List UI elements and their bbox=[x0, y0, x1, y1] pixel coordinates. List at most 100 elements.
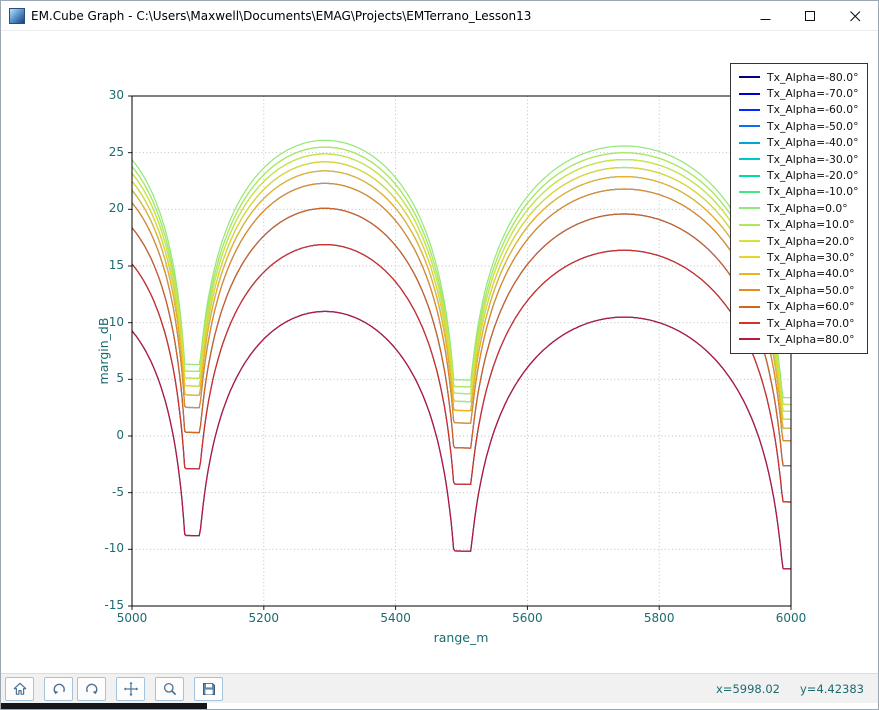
series-line bbox=[132, 146, 791, 406]
legend-entry: Tx_Alpha=50.0° bbox=[739, 282, 858, 298]
legend-label: Tx_Alpha=10.0° bbox=[767, 218, 855, 232]
x-tick-label: 6000 bbox=[775, 611, 807, 625]
series-line bbox=[132, 153, 791, 412]
minimize-button[interactable] bbox=[743, 1, 788, 31]
legend-label: Tx_Alpha=30.0° bbox=[767, 250, 855, 264]
back-button[interactable] bbox=[44, 676, 73, 701]
legend-line-swatch bbox=[739, 240, 760, 243]
y-tick-label: 20 bbox=[108, 201, 124, 216]
legend-entry: Tx_Alpha=20.0° bbox=[739, 233, 858, 249]
y-tick-label: -15 bbox=[104, 598, 124, 612]
legend-line-swatch bbox=[739, 305, 760, 308]
legend-label: Tx_Alpha=-20.0° bbox=[767, 169, 859, 183]
series-line bbox=[132, 153, 791, 412]
legend-label: Tx_Alpha=-50.0° bbox=[767, 119, 859, 133]
series-line bbox=[132, 146, 791, 406]
legend-entry: Tx_Alpha=70.0° bbox=[739, 315, 858, 331]
home-icon bbox=[13, 682, 26, 695]
y-tick-label: 15 bbox=[108, 258, 124, 272]
axes-frame bbox=[131, 95, 792, 607]
plot-canvas[interactable] bbox=[122, 86, 801, 616]
series-line bbox=[132, 310, 791, 570]
legend-label: Tx_Alpha=-70.0° bbox=[767, 87, 859, 101]
legend-entry: Tx_Alpha=-20.0° bbox=[739, 167, 858, 183]
legend-entry: Tx_Alpha=30.0° bbox=[739, 249, 858, 265]
series-line bbox=[132, 310, 791, 570]
navigation-toolbar: x=5998.02 y=4.42383 bbox=[1, 673, 878, 703]
legend-entry: Tx_Alpha=-30.0° bbox=[739, 151, 858, 167]
legend-line-swatch bbox=[739, 174, 760, 177]
legend-line-swatch bbox=[739, 338, 760, 341]
taskbar-sliver bbox=[1, 703, 207, 709]
legend-line-swatch bbox=[739, 289, 760, 292]
y-tick-label: -10 bbox=[104, 541, 124, 556]
series-line bbox=[132, 244, 791, 503]
y-tick-label: 0 bbox=[116, 428, 124, 442]
legend-entry: Tx_Alpha=-70.0° bbox=[739, 85, 858, 101]
legend-line-swatch bbox=[739, 158, 760, 161]
legend-line-swatch bbox=[739, 108, 760, 111]
zoom-button[interactable] bbox=[155, 676, 184, 701]
forward-button[interactable] bbox=[77, 676, 106, 701]
series-line bbox=[132, 207, 791, 467]
legend-label: Tx_Alpha=20.0° bbox=[767, 234, 855, 248]
x-tick-label: 5200 bbox=[248, 611, 280, 625]
save-button[interactable] bbox=[194, 676, 223, 701]
legend-label: Tx_Alpha=-80.0° bbox=[767, 70, 859, 84]
series-line bbox=[132, 139, 791, 399]
legend-entry: Tx_Alpha=-60.0° bbox=[739, 102, 858, 118]
y-tick-label: 30 bbox=[108, 88, 124, 102]
x-axis-label: range_m bbox=[433, 630, 489, 645]
legend-line-swatch bbox=[739, 322, 760, 325]
pan-button[interactable] bbox=[116, 676, 145, 701]
x-tick-label: 5800 bbox=[643, 611, 675, 625]
home-button[interactable] bbox=[5, 676, 34, 701]
legend-line-swatch bbox=[739, 125, 760, 128]
x-tick-label: 5000 bbox=[116, 611, 148, 625]
window-controls bbox=[743, 1, 878, 31]
cursor-coordinate-readout: x=5998.02 y=4.42383 bbox=[696, 674, 864, 704]
legend-entry: Tx_Alpha=-50.0° bbox=[739, 118, 858, 134]
legend-line-swatch bbox=[739, 190, 760, 193]
legend-label: Tx_Alpha=-30.0° bbox=[767, 152, 859, 166]
legend-line-swatch bbox=[739, 141, 760, 144]
maximize-icon bbox=[805, 10, 815, 21]
forward-arrow-icon bbox=[85, 683, 98, 694]
legend-label: Tx_Alpha=-60.0° bbox=[767, 103, 859, 117]
window-title: EM.Cube Graph - C:\Users\Maxwell\Documen… bbox=[31, 8, 532, 23]
legend-label: Tx_Alpha=-10.0° bbox=[767, 185, 859, 199]
cursor-x-value: x=5998.02 bbox=[716, 682, 780, 696]
legend: Tx_Alpha=-80.0° Tx_Alpha=-70.0° Tx_Alpha=-… bbox=[730, 63, 869, 354]
legend-line-swatch bbox=[739, 76, 760, 79]
legend-line-swatch bbox=[739, 207, 760, 210]
legend-label: Tx_Alpha=50.0° bbox=[767, 283, 855, 297]
y-tick-label: -5 bbox=[112, 484, 124, 499]
close-button[interactable] bbox=[833, 1, 878, 31]
legend-line-swatch bbox=[739, 272, 760, 275]
legend-entry: Tx_Alpha=-40.0° bbox=[739, 135, 858, 151]
close-icon bbox=[850, 10, 861, 21]
emcube-app-icon bbox=[9, 7, 25, 24]
maximize-button[interactable] bbox=[788, 1, 833, 31]
x-tick-label: 5600 bbox=[512, 611, 543, 625]
legend-entry: Tx_Alpha=80.0° bbox=[739, 331, 858, 347]
legend-line-swatch bbox=[739, 256, 760, 259]
legend-label: Tx_Alpha=40.0° bbox=[767, 267, 855, 281]
back-arrow-icon bbox=[52, 683, 65, 694]
y-tick-label: 5 bbox=[116, 371, 124, 386]
legend-label: Tx_Alpha=80.0° bbox=[767, 332, 855, 346]
legend-entry: Tx_Alpha=40.0° bbox=[739, 266, 858, 282]
y-tick-label: 25 bbox=[108, 144, 124, 159]
series-line bbox=[132, 182, 791, 442]
series-line bbox=[132, 161, 791, 420]
legend-label: Tx_Alpha=-40.0° bbox=[767, 136, 859, 150]
legend-label: Tx_Alpha=0.0° bbox=[767, 201, 848, 215]
titlebar[interactable]: EM.Cube Graph - C:\Users\Maxwell\Documen… bbox=[1, 1, 878, 31]
legend-line-swatch bbox=[739, 92, 760, 95]
legend-line-swatch bbox=[739, 223, 760, 226]
x-tick-label: 5400 bbox=[380, 611, 411, 625]
pan-arrows-icon bbox=[123, 681, 138, 696]
save-floppy-icon bbox=[202, 682, 215, 695]
legend-entry: Tx_Alpha=60.0° bbox=[739, 298, 858, 314]
legend-label: Tx_Alpha=70.0° bbox=[767, 316, 855, 330]
